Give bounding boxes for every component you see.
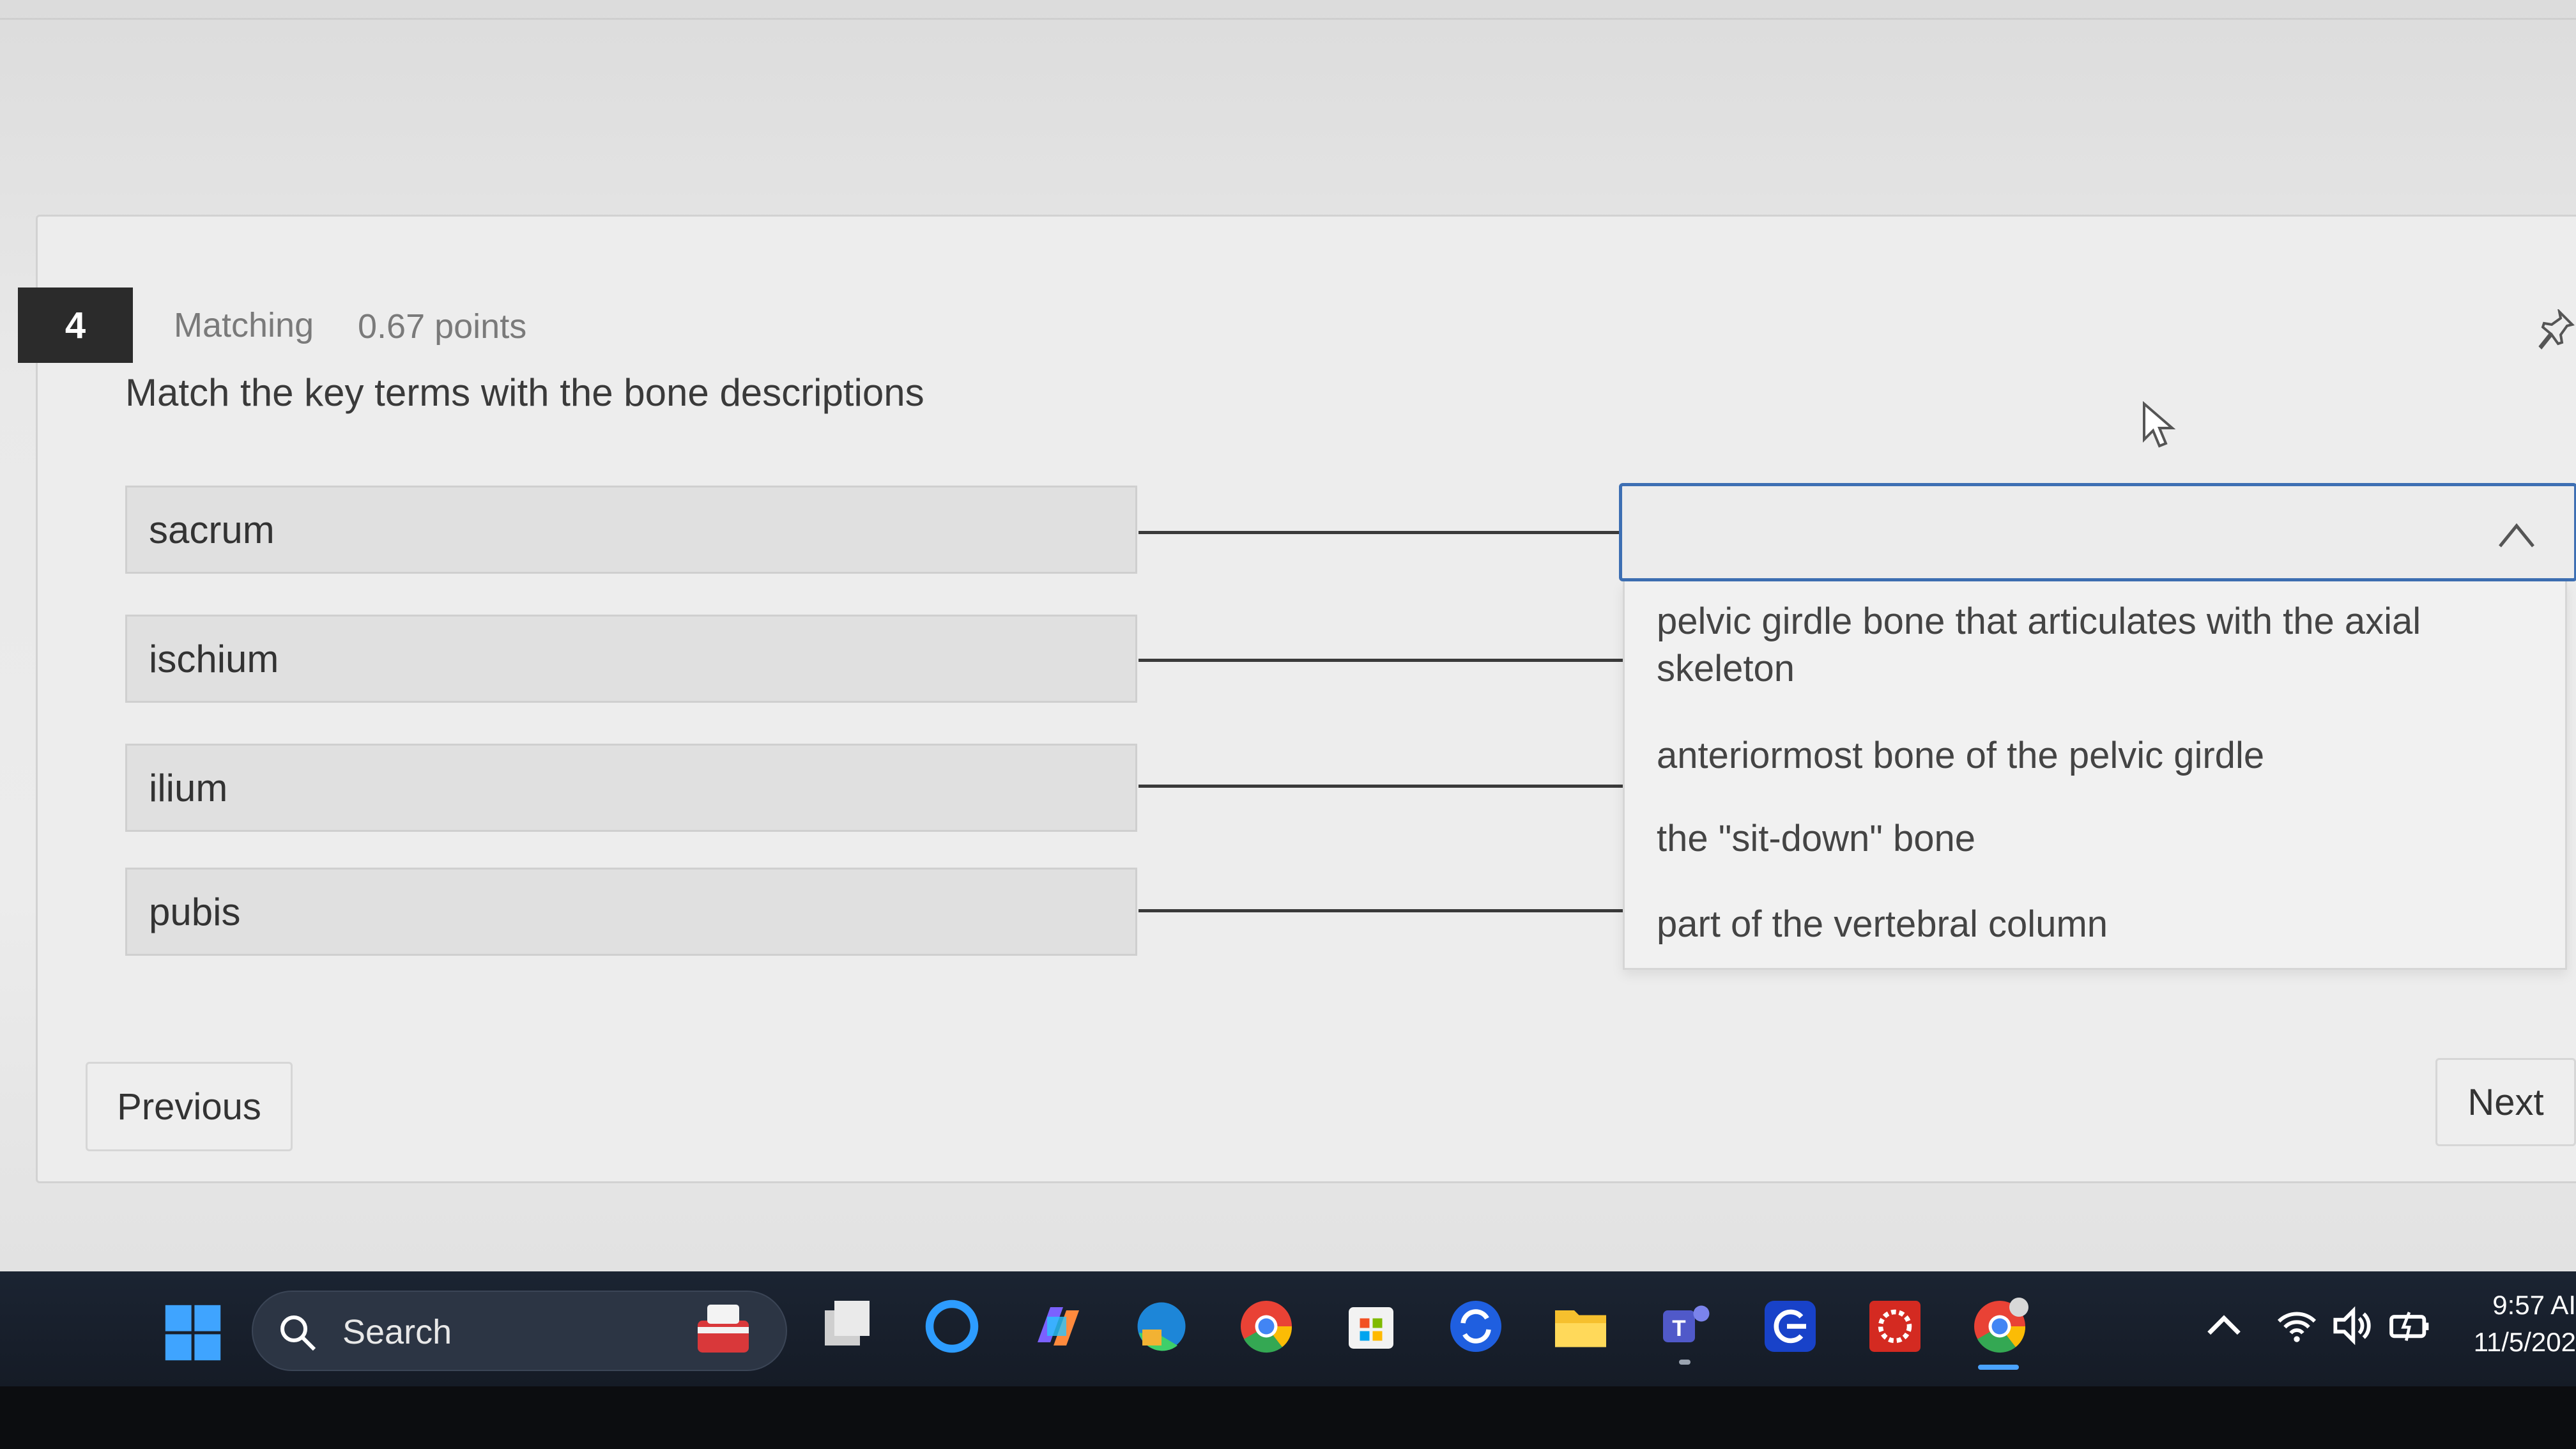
term-ilium: ilium bbox=[125, 744, 1137, 832]
question-prompt: Match the key terms with the bone descri… bbox=[125, 371, 924, 414]
sync-icon[interactable] bbox=[1444, 1294, 1508, 1358]
red-app-icon[interactable] bbox=[1863, 1294, 1927, 1358]
dropdown-option[interactable]: the "sit-down" bone bbox=[1657, 815, 2538, 862]
connector-line bbox=[1138, 659, 1625, 662]
monitor-bezel bbox=[0, 1386, 2576, 1449]
chrome-active-icon[interactable] bbox=[1968, 1294, 2032, 1358]
cortana-icon[interactable] bbox=[920, 1294, 984, 1358]
pin-icon[interactable] bbox=[2536, 309, 2575, 354]
clock-date: 11/5/202 bbox=[2473, 1327, 2576, 1357]
page-divider bbox=[0, 18, 2576, 20]
connector-line bbox=[1138, 909, 1625, 912]
store-icon[interactable] bbox=[1339, 1294, 1403, 1358]
copilot-icon[interactable] bbox=[1025, 1294, 1089, 1358]
chevron-up-icon[interactable] bbox=[2497, 518, 2536, 550]
term-ischium: ischium bbox=[125, 615, 1137, 703]
term-sacrum: sacrum bbox=[125, 486, 1137, 574]
question-type: Matching bbox=[174, 306, 314, 344]
dropdown-option[interactable]: part of the vertebral column bbox=[1657, 901, 2538, 948]
clock-time: 9:57 AI bbox=[2492, 1290, 2576, 1320]
edge-icon[interactable] bbox=[1130, 1294, 1193, 1358]
chevron-up-tray-icon[interactable] bbox=[2202, 1303, 2246, 1348]
answer-dropdown-list: pelvic girdle bone that articulates with… bbox=[1623, 581, 2567, 970]
svg-text:T: T bbox=[1672, 1316, 1685, 1341]
dropdown-option[interactable]: pelvic girdle bone that articulates with… bbox=[1657, 598, 2538, 693]
task-view-icon[interactable] bbox=[815, 1294, 879, 1358]
running-indicator bbox=[1679, 1360, 1690, 1365]
search-app-icon[interactable] bbox=[1758, 1294, 1822, 1358]
next-button[interactable]: Next bbox=[2435, 1058, 2576, 1146]
volume-icon[interactable] bbox=[2329, 1303, 2374, 1348]
battery-icon[interactable] bbox=[2387, 1303, 2432, 1348]
connector-line bbox=[1138, 785, 1625, 788]
search-highlight-icon bbox=[698, 1305, 749, 1353]
previous-button[interactable]: Previous bbox=[86, 1062, 293, 1151]
search-label: Search bbox=[342, 1313, 452, 1351]
start-icon[interactable] bbox=[162, 1302, 224, 1363]
active-window-indicator bbox=[1978, 1365, 2019, 1370]
taskbar-search[interactable]: Search bbox=[252, 1291, 787, 1371]
system-clock[interactable]: 9:57 AI 11/5/202 bbox=[2465, 1287, 2576, 1361]
chrome-icon[interactable] bbox=[1234, 1294, 1298, 1358]
term-pubis: pubis bbox=[125, 868, 1137, 956]
file-explorer-icon[interactable] bbox=[1549, 1294, 1613, 1358]
wifi-icon[interactable] bbox=[2274, 1303, 2319, 1348]
answer-select-open[interactable] bbox=[1619, 483, 2576, 581]
dropdown-option[interactable]: anteriormost bone of the pelvic girdle bbox=[1657, 732, 2538, 779]
search-icon bbox=[280, 1315, 316, 1351]
teams-icon[interactable]: T bbox=[1653, 1294, 1717, 1358]
mouse-cursor-icon bbox=[2143, 401, 2176, 448]
connector-line bbox=[1138, 531, 1625, 534]
question-points: 0.67 points bbox=[358, 307, 527, 346]
question-number-badge: 4 bbox=[18, 288, 133, 363]
